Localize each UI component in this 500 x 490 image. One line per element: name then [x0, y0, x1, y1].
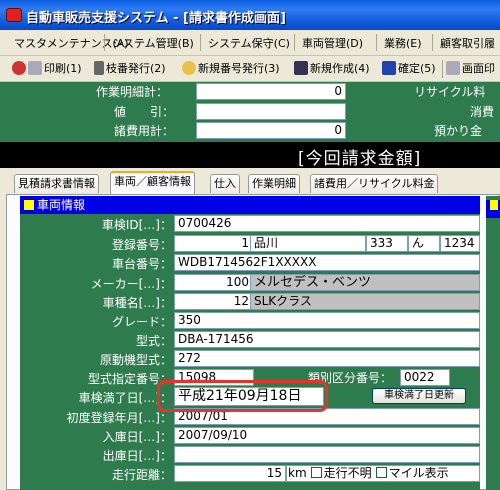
label-grade: グレード：	[111, 315, 172, 329]
label-engine-type: 原動機型式：	[99, 353, 172, 367]
label-inspection-id[interactable]: 車検ID[…]：	[102, 216, 172, 233]
new-create-label: 新規作成(4)	[310, 62, 370, 75]
menu-separator	[376, 34, 377, 51]
confirm-button[interactable]: 確定(5)	[382, 60, 436, 78]
inspection-id-field[interactable]: 0700426	[174, 215, 480, 232]
vehicle-section-header: 車両情報	[20, 196, 480, 214]
summary-label-expenses: 諸費用計：	[114, 124, 175, 138]
screen-print-icon	[446, 61, 460, 75]
label-registration-number: 登録番号：	[111, 238, 172, 252]
chassis-number-field[interactable]: WDB1714562F1XXXXX	[174, 254, 480, 271]
label-maker[interactable]: メーカー[…]：	[91, 275, 172, 292]
summary-right-label-recycle: リサイクル料	[414, 85, 486, 99]
new-number-button[interactable]: 新規番号発行(3)	[182, 60, 280, 78]
section-marker-icon	[24, 200, 34, 210]
label-departure-date[interactable]: 出庫日[…]：	[103, 447, 172, 464]
toolbar-separator	[442, 60, 443, 78]
print-label: 印刷(1)	[44, 62, 82, 75]
menu-separator	[432, 34, 433, 51]
screen-print-button[interactable]: 画面印	[442, 60, 495, 78]
car-new-icon	[294, 61, 308, 75]
registration-place[interactable]: 品川	[250, 235, 366, 252]
toolbar: 印刷(1) 枝番発行(2) 新規番号発行(3) 新規作成(4) 確定(5) 画面…	[0, 56, 500, 82]
summary-label-discount: 値 引：	[114, 105, 175, 119]
tab-vehicle-customer[interactable]: 車両／顧客情報	[110, 171, 195, 194]
registration-serial[interactable]: 1234	[440, 235, 480, 252]
label-model-name[interactable]: 車種名[…]：	[103, 294, 172, 311]
mileage-options: km 走行不明 マイル表示	[286, 465, 480, 482]
billing-amount-banner: [今回請求金額]	[0, 142, 500, 169]
menu-vehicle[interactable]: 車両管理(D)	[302, 35, 363, 51]
vehicle-form: 車検ID[…]： 登録番号： 車台番号： メーカー[…]： 車種名[…]： グレ…	[20, 214, 480, 490]
label-chassis-number: 車台番号：	[111, 257, 172, 271]
save-icon	[382, 61, 396, 75]
registration-class[interactable]: 333	[366, 235, 408, 252]
registration-kana[interactable]: ん	[408, 235, 440, 252]
summary-discount[interactable]	[196, 103, 346, 120]
model-name: SLKクラス	[250, 293, 480, 310]
tab-purchase[interactable]: 仕入	[210, 174, 240, 193]
new-number-label: 新規番号発行(3)	[198, 62, 280, 75]
menu-system-maint[interactable]: システム保守(C)	[208, 35, 290, 51]
summary-work-total: 0	[196, 83, 346, 100]
mileage-field[interactable]: 15	[174, 465, 286, 482]
summary-label-work: 作業明細計：	[96, 85, 169, 99]
menu-system-admin[interactable]: システム管理(B)	[112, 35, 194, 51]
arrival-date-field[interactable]: 2007/09/10	[174, 427, 480, 444]
tab-work-details[interactable]: 作業明細	[248, 174, 300, 193]
printer-icon	[28, 61, 42, 75]
person-icon	[94, 61, 104, 75]
label-first-registration[interactable]: 初度登録年月[…]：	[67, 409, 172, 426]
label-model-type: 型式：	[135, 334, 172, 348]
inspection-expiry-highlight	[157, 380, 328, 412]
unknown-mileage-checkbox[interactable]	[310, 467, 322, 478]
registration-number-value: 1	[241, 236, 249, 250]
tab-expenses-recycle[interactable]: 諸費用／リサイクル料金	[310, 174, 439, 193]
mile-display-label: マイル表示	[388, 466, 449, 480]
label-arrival-date[interactable]: 入庫日[…]：	[103, 428, 172, 445]
maker-name: メルセデス・ベンツ	[250, 274, 480, 291]
new-create-button[interactable]: 新規作成(4)	[294, 60, 370, 78]
tab-estimate[interactable]: 見積請求書情報	[14, 174, 99, 193]
model-type-field[interactable]: DBA-171456	[174, 331, 480, 348]
title-bar: 自動車販売支援システム - [請求書作成画面]	[0, 0, 500, 30]
menu-bar: マスタメンテナンス(A) システム管理(B) システム保守(C) 車両管理(D)…	[0, 30, 500, 56]
menu-business[interactable]: 業務(E)	[384, 35, 422, 51]
classification-field[interactable]: 0022	[400, 369, 450, 386]
menu-separator	[200, 34, 201, 51]
departure-date-field[interactable]	[174, 446, 480, 463]
summary-right-label-deposit: 預かり金	[434, 124, 483, 138]
screen-print-label: 画面印	[462, 62, 495, 75]
new-number-icon	[182, 61, 196, 75]
menu-separator	[104, 34, 105, 51]
engine-type-field[interactable]: 272	[174, 350, 480, 367]
branch-number-button[interactable]: 枝番発行(2)	[94, 60, 166, 78]
update-inspection-expiry-button[interactable]: 車検満了日更新	[372, 388, 466, 404]
maker-code: 100	[226, 275, 249, 289]
vehicle-section-title: 車両情報	[37, 198, 86, 212]
branch-number-label: 枝番発行(2)	[106, 62, 166, 75]
app-icon	[6, 8, 22, 22]
tab-strip: 見積請求書情報 車両／顧客情報 仕入 作業明細 諸費用／リサイクル料金	[0, 168, 500, 194]
summary-right-label-tax: 消費	[470, 105, 495, 119]
confirm-label: 確定(5)	[398, 62, 436, 75]
model-code: 12	[233, 294, 249, 308]
summary-expenses-total: 0	[196, 122, 346, 139]
print-button[interactable]: 印刷(1)	[12, 60, 82, 78]
billing-amount-title: [今回請求金額]	[298, 149, 422, 169]
menu-customer-history[interactable]: 顧客取引履	[440, 35, 495, 51]
right-panel-edge	[486, 196, 500, 490]
car-icon	[12, 61, 26, 75]
unknown-mileage-label: 走行不明	[323, 466, 372, 480]
window-title: 自動車販売支援システム - [請求書作成画面]	[26, 11, 286, 26]
mile-display-checkbox[interactable]	[375, 467, 387, 478]
menu-separator	[294, 34, 295, 51]
label-mileage: 走行距離：	[111, 468, 172, 482]
mileage-unit: km	[288, 466, 307, 480]
grade-field[interactable]: 350	[174, 312, 480, 329]
label-column: 車検ID[…]： 登録番号： 車台番号： メーカー[…]： 車種名[…]： グレ…	[20, 214, 172, 490]
